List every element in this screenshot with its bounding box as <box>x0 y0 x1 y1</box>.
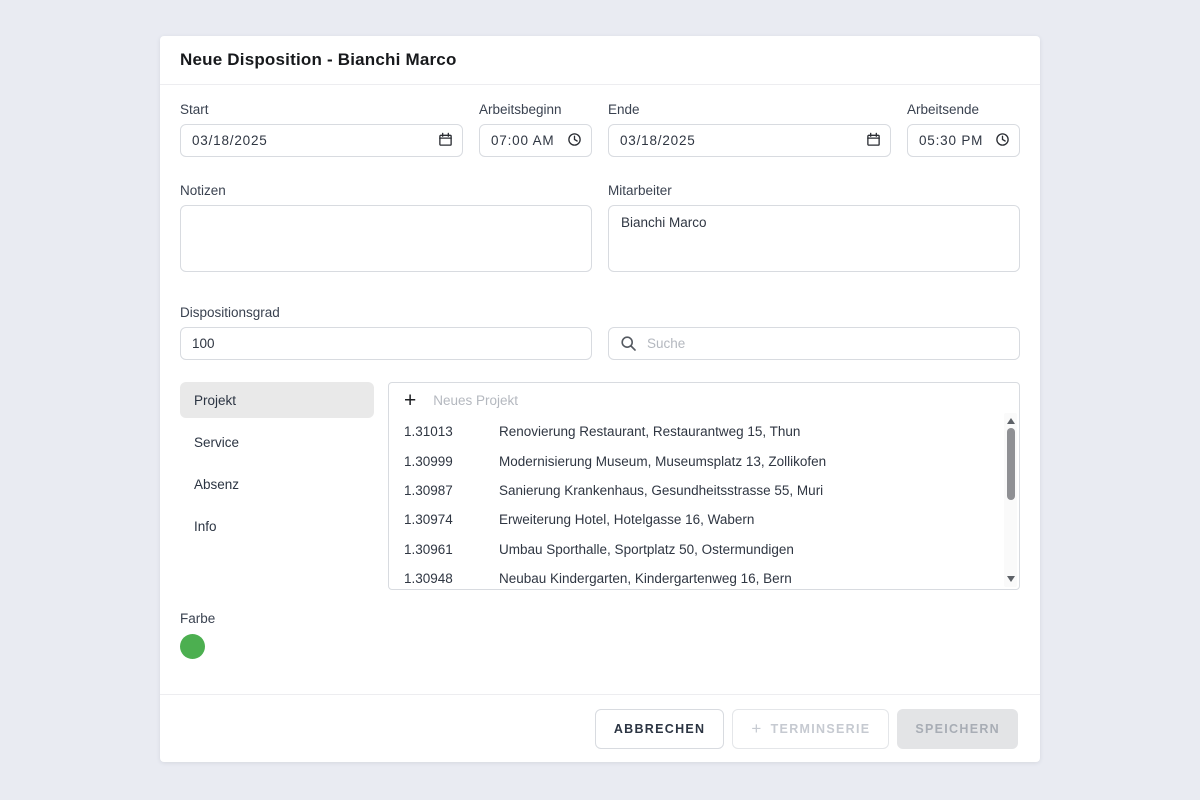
notizen-field-group: Notizen <box>180 183 592 277</box>
scroll-down-arrow-icon[interactable] <box>1007 576 1015 582</box>
project-list-scrollbar[interactable] <box>1004 413 1017 587</box>
search-field-group <box>608 327 1020 360</box>
dispositionsgrad-label: Dispositionsgrad <box>180 305 592 320</box>
arbeitsbeginn-field-group: Arbeitsbeginn 07:00 AM <box>479 102 592 157</box>
terminserie-button[interactable]: + TERMINSERIE <box>732 709 889 749</box>
project-description: Erweiterung Hotel, Hotelgasse 16, Wabern <box>499 512 1004 527</box>
category-section: Projekt Service Absenz Info + Neues Proj… <box>180 382 1020 590</box>
arbeitsende-time-input[interactable]: 05:30 PM <box>907 124 1020 157</box>
start-date-value: 03/18/2025 <box>192 133 268 148</box>
dispo-search-row: Dispositionsgrad <box>180 305 1020 360</box>
new-project-button[interactable]: + Neues Projekt <box>389 383 1019 417</box>
dialog-title: Neue Disposition - Bianchi Marco <box>180 50 457 70</box>
arbeitsbeginn-label: Arbeitsbeginn <box>479 102 592 117</box>
project-number: 1.30974 <box>404 512 499 527</box>
color-swatch[interactable] <box>180 634 205 659</box>
dialog-body: Start 03/18/2025 Arbeitsbeginn <box>160 85 1040 694</box>
magnifier-icon <box>620 335 637 357</box>
project-description: Renovierung Restaurant, Restaurantweg 15… <box>499 424 1004 439</box>
project-number: 1.30999 <box>404 454 499 469</box>
ende-field-group: Ende 03/18/2025 <box>608 102 891 157</box>
speichern-button[interactable]: SPEICHERN <box>897 709 1018 749</box>
scroll-up-arrow-icon[interactable] <box>1007 418 1015 424</box>
project-list-item[interactable]: 1.30961 Umbau Sporthalle, Sportplatz 50,… <box>389 535 1019 564</box>
notizen-textarea[interactable] <box>180 205 592 272</box>
farbe-label: Farbe <box>180 611 1020 626</box>
ende-label: Ende <box>608 102 891 117</box>
arbeitsbeginn-value: 07:00 AM <box>491 133 554 148</box>
farbe-section: Farbe <box>180 611 1020 659</box>
project-description: Neubau Kindergarten, Kindergartenweg 16,… <box>499 571 1004 586</box>
notizen-label: Notizen <box>180 183 592 198</box>
project-list: + Neues Projekt 1.31013 Renovierung Rest… <box>388 382 1020 590</box>
project-list-item[interactable]: 1.31013 Renovierung Restaurant, Restaura… <box>389 417 1019 446</box>
mitarbeiter-field-group: Mitarbeiter Bianchi Marco <box>608 183 1020 277</box>
project-number: 1.31013 <box>404 424 499 439</box>
calendar-icon[interactable] <box>438 132 453 150</box>
arbeitsende-label: Arbeitsende <box>907 102 1020 117</box>
start-label: Start <box>180 102 463 117</box>
dialog-header: Neue Disposition - Bianchi Marco <box>160 36 1040 85</box>
dispositionsgrad-field-group: Dispositionsgrad <box>180 305 592 360</box>
notes-row: Notizen Mitarbeiter Bianchi Marco <box>180 183 1020 277</box>
project-list-item[interactable]: 1.30999 Modernisierung Museum, Museumspl… <box>389 446 1019 475</box>
start-field-group: Start 03/18/2025 <box>180 102 463 157</box>
calendar-icon[interactable] <box>866 132 881 150</box>
start-date-input[interactable]: 03/18/2025 <box>180 124 463 157</box>
terminserie-label: TERMINSERIE <box>771 722 871 736</box>
ende-date-value: 03/18/2025 <box>620 133 696 148</box>
project-description: Sanierung Krankenhaus, Gesundheitsstrass… <box>499 483 1004 498</box>
abbrechen-button[interactable]: ABBRECHEN <box>595 709 725 749</box>
tab-service[interactable]: Service <box>180 424 374 460</box>
tab-absenz[interactable]: Absenz <box>180 466 374 502</box>
plus-icon: + <box>751 720 762 737</box>
scrollbar-thumb[interactable] <box>1007 428 1015 500</box>
new-disposition-dialog: Neue Disposition - Bianchi Marco Start 0… <box>160 36 1040 762</box>
mitarbeiter-label: Mitarbeiter <box>608 183 1020 198</box>
arbeitsende-value: 05:30 PM <box>919 133 983 148</box>
project-list-item[interactable]: 1.30987 Sanierung Krankenhaus, Gesundhei… <box>389 476 1019 505</box>
category-tabs: Projekt Service Absenz Info <box>180 382 374 550</box>
search-input[interactable] <box>608 327 1020 360</box>
ende-date-input[interactable]: 03/18/2025 <box>608 124 891 157</box>
project-number: 1.30948 <box>404 571 499 586</box>
arbeitsbeginn-time-input[interactable]: 07:00 AM <box>479 124 592 157</box>
project-number: 1.30987 <box>404 483 499 498</box>
project-description: Modernisierung Museum, Museumsplatz 13, … <box>499 454 1004 469</box>
project-list-item[interactable]: 1.30948 Neubau Kindergarten, Kindergarte… <box>389 564 1019 590</box>
project-description: Umbau Sporthalle, Sportplatz 50, Ostermu… <box>499 542 1004 557</box>
new-project-label: Neues Projekt <box>433 393 518 408</box>
arbeitsende-field-group: Arbeitsende 05:30 PM <box>907 102 1020 157</box>
clock-icon[interactable] <box>995 132 1010 150</box>
dialog-footer: ABBRECHEN + TERMINSERIE SPEICHERN <box>160 694 1040 762</box>
tab-projekt[interactable]: Projekt <box>180 382 374 418</box>
tab-info[interactable]: Info <box>180 508 374 544</box>
clock-icon[interactable] <box>567 132 582 150</box>
mitarbeiter-textarea[interactable]: Bianchi Marco <box>608 205 1020 272</box>
project-list-item[interactable]: 1.30974 Erweiterung Hotel, Hotelgasse 16… <box>389 505 1019 534</box>
project-number: 1.30961 <box>404 542 499 557</box>
datetime-row: Start 03/18/2025 Arbeitsbeginn <box>180 102 1020 157</box>
plus-icon: + <box>404 390 416 411</box>
dispositionsgrad-input[interactable] <box>180 327 592 360</box>
